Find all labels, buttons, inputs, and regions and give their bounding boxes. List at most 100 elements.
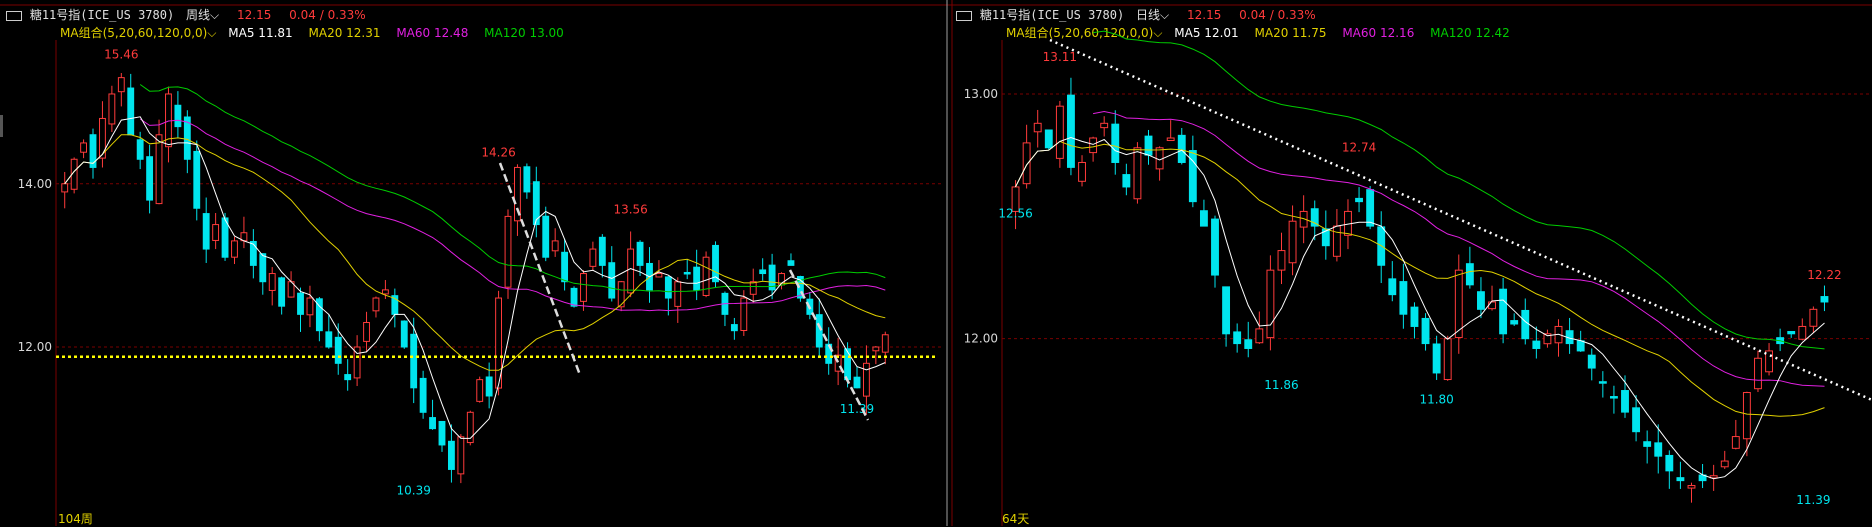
window-icon[interactable] <box>956 10 972 21</box>
daily-candle-body <box>1432 343 1441 374</box>
daily-candle-body <box>1388 278 1397 296</box>
daily-ma20-line <box>1015 140 1825 417</box>
weekly-candle-body <box>542 215 550 258</box>
weekly-ma-row: MA组合(5,20,60,120,0,0)⌵ MA5 11.81 MA20 12… <box>60 24 564 41</box>
daily-candle-body <box>1089 137 1098 154</box>
daily-y-tick-label: 13.00 <box>964 87 998 101</box>
chevron-down-icon: ⌵ <box>1160 8 1170 22</box>
daily-ma120: MA120 12.42 <box>1430 26 1510 40</box>
weekly-ma-label[interactable]: MA组合(5,20,60,120,0,0) <box>60 26 207 40</box>
daily-candle-body <box>1399 281 1408 315</box>
window-icon[interactable] <box>6 10 22 21</box>
weekly-candle-body <box>551 240 559 252</box>
weekly-candle-body <box>353 346 361 379</box>
weekly-candle-body <box>400 320 408 348</box>
weekly-candle-body <box>834 354 842 372</box>
weekly-candle-body <box>740 297 748 331</box>
weekly-candle-body <box>655 273 663 278</box>
daily-candle-body <box>1632 407 1641 433</box>
daily-candle-body <box>1465 263 1474 286</box>
daily-change: 0.04 / 0.33% <box>1239 8 1316 22</box>
daily-candle-body <box>1654 442 1663 457</box>
daily-candle-body <box>1055 105 1064 159</box>
daily-ma-row: MA组合(5,20,60,120,0,0)⌵ MA5 12.01 MA20 11… <box>1006 24 1510 41</box>
weekly-ma120: MA120 13.00 <box>484 26 564 40</box>
weekly-candle-body <box>466 411 474 444</box>
daily-candle-body <box>1609 396 1618 399</box>
daily-candle-body <box>1521 309 1530 340</box>
daily-candle-body <box>1565 330 1574 345</box>
daily-ma60-line <box>1093 110 1825 387</box>
weekly-candle-body <box>344 374 352 381</box>
weekly-candle-body <box>419 377 427 413</box>
weekly-candle-body <box>523 166 531 193</box>
weekly-candle-body <box>325 331 333 348</box>
daily-extreme-label: 12.74 <box>1342 141 1376 155</box>
weekly-candle-body <box>306 297 314 316</box>
weekly-trendline-1 <box>498 162 582 376</box>
daily-candle-body <box>1820 296 1829 303</box>
weekly-candle-body <box>165 93 172 148</box>
weekly-candle-body <box>457 436 465 475</box>
daily-price: 12.15 <box>1186 8 1222 22</box>
weekly-candle-body <box>249 240 257 266</box>
daily-candle-body <box>1454 269 1463 339</box>
weekly-ma60-line <box>139 118 886 312</box>
weekly-candle-body <box>759 269 767 275</box>
weekly-extreme-label: 13.56 <box>613 203 647 217</box>
weekly-candle-body <box>221 217 229 258</box>
weekly-candle-body <box>778 273 785 286</box>
weekly-candle-body <box>598 236 606 266</box>
daily-y-tick-label: 12.00 <box>964 332 998 346</box>
daily-candle-body <box>1011 186 1020 212</box>
weekly-candle-body <box>825 343 833 364</box>
daily-candle-body <box>1643 441 1652 447</box>
daily-ma5-line <box>1015 136 1825 480</box>
weekly-period-select[interactable]: 周线⌵ <box>186 8 223 22</box>
weekly-candle-body <box>70 158 78 190</box>
daily-extreme-label: 12.56 <box>998 207 1032 221</box>
daily-ma-label[interactable]: MA组合(5,20,60,120,0,0) <box>1006 26 1153 40</box>
daily-candle-body <box>1310 208 1319 227</box>
daily-period-select[interactable]: 日线⌵ <box>1136 8 1173 22</box>
daily-candle-body <box>1177 134 1186 163</box>
daily-candle-body <box>1410 306 1419 327</box>
daily-extreme-label: 11.80 <box>1419 393 1453 407</box>
weekly-price: 12.15 <box>236 8 272 22</box>
daily-candle-body <box>1720 460 1729 468</box>
daily-candle-body <box>1554 325 1563 344</box>
daily-candle-body <box>1166 137 1175 142</box>
daily-candle-body <box>1266 269 1275 339</box>
daily-ma20: MA20 11.75 <box>1254 26 1327 40</box>
daily-candle-body <box>1765 350 1773 373</box>
chevron-down-icon: ⌵ <box>210 8 220 22</box>
daily-ma120-line <box>1093 30 1825 350</box>
weekly-candle-body <box>674 281 682 307</box>
daily-candle-body <box>1211 218 1219 276</box>
daily-extreme-label: 12.22 <box>1807 268 1841 282</box>
daily-candle-body <box>1078 161 1086 182</box>
weekly-candle-body <box>259 253 267 283</box>
weekly-candle-body <box>712 244 719 283</box>
weekly-candle-body <box>570 287 578 307</box>
daily-candle-body <box>1787 331 1796 335</box>
daily-candle-body <box>1299 210 1308 228</box>
weekly-trendline-2 <box>788 269 870 421</box>
weekly-candle-body <box>693 266 701 291</box>
weekly-candle-body <box>646 262 653 291</box>
weekly-candle-body <box>108 93 116 125</box>
weekly-candle-body <box>495 297 503 389</box>
daily-candle-body <box>1754 357 1762 390</box>
daily-candle-body <box>1277 250 1286 271</box>
daily-extreme-label: 13.11 <box>1043 50 1077 64</box>
weekly-candle-body <box>240 232 248 242</box>
weekly-extreme-label: 10.39 <box>397 483 431 497</box>
weekly-candle-body <box>532 181 540 226</box>
weekly-ma20: MA20 12.31 <box>308 26 381 40</box>
daily-header: 糖11号指(ICE_US 3780) 日线⌵ 12.15 0.04 / 0.33… <box>956 6 1316 22</box>
daily-candle-body <box>1033 122 1042 133</box>
weekly-candle-body <box>589 248 597 267</box>
daily-candle-body <box>1188 150 1197 203</box>
daily-instrument-name: 糖11号指(ICE_US 3780) <box>979 8 1125 22</box>
weekly-candle-body <box>514 166 521 222</box>
